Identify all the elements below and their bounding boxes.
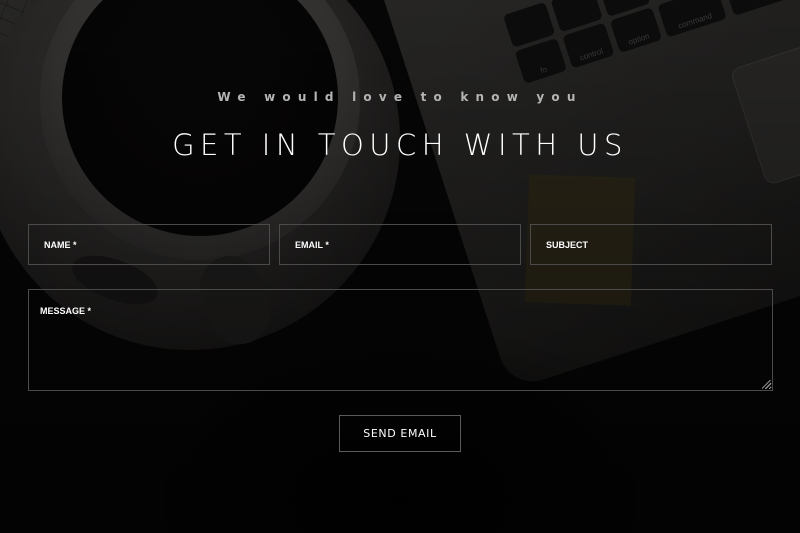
subject-field[interactable] [530, 224, 772, 265]
email-field[interactable] [279, 224, 521, 265]
send-email-button[interactable]: SEND EMAIL [339, 415, 461, 452]
name-field[interactable] [28, 224, 270, 265]
section-tagline: We would love to know you [217, 90, 583, 104]
resize-grip-icon[interactable] [762, 380, 771, 389]
message-field[interactable] [28, 289, 773, 391]
contact-section: fn control option command We would love … [0, 0, 800, 533]
section-heading: GET IN TOUCH WITH US [172, 128, 628, 162]
contact-content: We would love to know you GET IN TOUCH W… [0, 0, 800, 533]
